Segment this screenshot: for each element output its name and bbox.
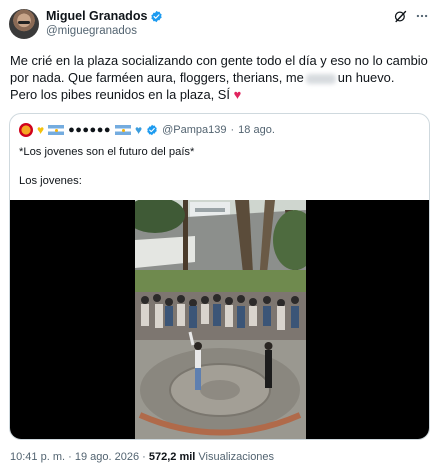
tweet-line-2-end: un huevo. bbox=[337, 70, 395, 85]
yellow-heart-icon: ♥ bbox=[37, 123, 45, 137]
verified-badge-icon bbox=[151, 10, 163, 22]
quoted-tweet[interactable]: ♥ ●●●●●● ♥ @Pampa139 · 18 ago. *Los jove… bbox=[9, 113, 430, 440]
tweet-line-2: por nada. Que farméen aura, floggers, th… bbox=[10, 69, 430, 86]
quoted-separator: · bbox=[230, 124, 235, 136]
quoted-text-2: Los jovenes: bbox=[19, 175, 82, 187]
meta-separator: · bbox=[142, 451, 146, 463]
author-avatar[interactable] bbox=[9, 9, 39, 39]
tweet-card: Miguel Granados @miguegranados Me crié e… bbox=[0, 0, 438, 469]
verified-badge-icon bbox=[147, 124, 157, 136]
video-player[interactable] bbox=[10, 200, 429, 439]
quoted-tweet-header: ♥ ●●●●●● ♥ @Pampa139 · 18 ago. bbox=[19, 123, 275, 137]
views-count: 572,2 mil bbox=[148, 451, 196, 463]
quoted-author-name[interactable]: ●●●●●● bbox=[68, 124, 111, 136]
author-handle[interactable]: @miguegranados bbox=[46, 25, 137, 37]
red-heart-icon: ♥ bbox=[233, 87, 242, 102]
video-frame-image bbox=[135, 200, 306, 439]
quoted-text-1: *Los jovenes son el futuro del país* bbox=[19, 146, 195, 158]
author-display-name[interactable]: Miguel Granados bbox=[46, 9, 147, 23]
tweet-meta: 10:41 p. m. · 19 ago. 2026 · 572,2 mil V… bbox=[10, 451, 274, 463]
tweet-line-3: Pero los pibes reunidos en la plaza, SÍ … bbox=[10, 86, 430, 103]
argentina-flag-icon bbox=[115, 125, 131, 135]
meta-separator: · bbox=[68, 451, 72, 463]
author-name-row: Miguel Granados bbox=[46, 9, 163, 23]
tweet-time[interactable]: 10:41 p. m. bbox=[10, 451, 65, 463]
quoted-time[interactable]: 18 ago. bbox=[238, 124, 275, 136]
views-label: Visualizaciones bbox=[198, 451, 275, 463]
quoted-author-avatar[interactable] bbox=[19, 123, 33, 137]
grok-icon[interactable] bbox=[393, 9, 408, 24]
tweet-line-3-text: Pero los pibes reunidos en la plaza, SÍ bbox=[10, 87, 230, 102]
quoted-author-handle[interactable]: @Pampa139 bbox=[162, 124, 226, 136]
tweet-line-1: Me crié en la plaza socializando con gen… bbox=[10, 53, 428, 68]
blue-heart-icon: ♥ bbox=[135, 123, 143, 137]
tweet-date[interactable]: 19 ago. 2026 bbox=[75, 451, 139, 463]
more-options-icon[interactable] bbox=[414, 9, 430, 23]
tweet-line-2-start: por nada. Que farméen aura, floggers, th… bbox=[10, 70, 304, 85]
blurred-word bbox=[305, 73, 336, 84]
tweet-text: Me crié en la plaza socializando con gen… bbox=[10, 52, 430, 103]
argentina-flag-icon bbox=[48, 125, 65, 135]
